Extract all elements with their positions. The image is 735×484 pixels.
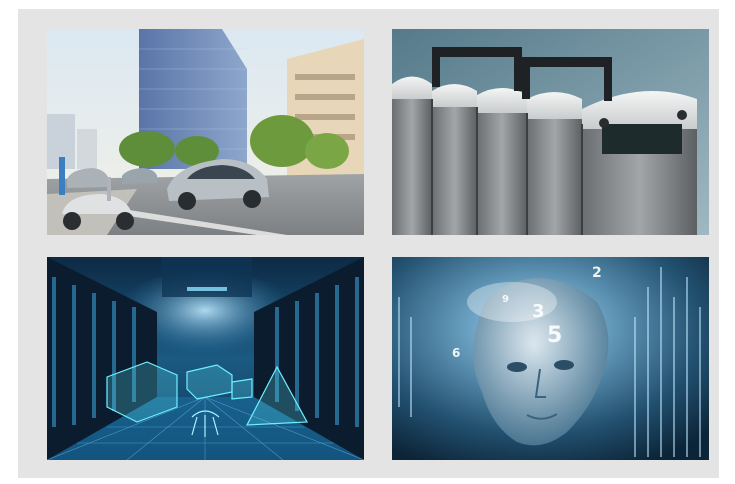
svg-text:2: 2: [592, 265, 602, 281]
data-center-image: [47, 257, 364, 460]
electric-mobility-city-image: [47, 29, 364, 235]
ai-head-illustration: 3 5 2 6 9: [392, 257, 709, 460]
image-grid-panel: 3 5 2 6 9: [18, 9, 719, 478]
svg-text:6: 6: [452, 346, 460, 360]
svg-text:5: 5: [547, 323, 562, 348]
artificial-intelligence-head-image: 3 5 2 6 9: [392, 257, 709, 460]
city-scene-illustration: [47, 29, 364, 235]
battery-cells-illustration: [392, 29, 709, 235]
battery-cells-image: [392, 29, 709, 235]
data-center-illustration: [47, 257, 364, 460]
